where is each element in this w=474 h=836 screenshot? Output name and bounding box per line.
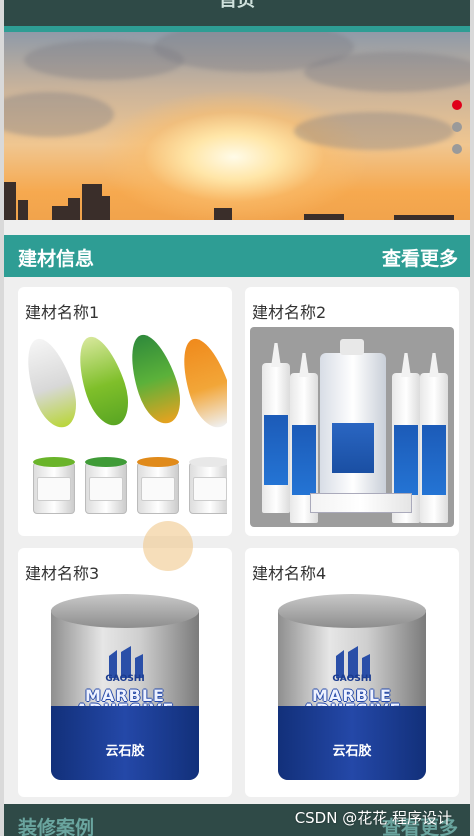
product-card[interactable]: 建材名称2 (245, 287, 459, 536)
touch-indicator (143, 521, 193, 571)
carousel-dot-1[interactable] (452, 100, 462, 110)
view-more-link[interactable]: 查看更多 (382, 244, 458, 271)
banner-carousel[interactable] (4, 32, 470, 220)
product-name: 建材名称3 (25, 564, 100, 583)
product-image (250, 327, 454, 527)
product-card[interactable]: 建材名称4 GAOSHI MARBLEADHESIVE 云石胶 (245, 548, 459, 797)
product-image (23, 327, 227, 525)
product-name: 建材名称1 (25, 303, 100, 322)
carousel-dot-2[interactable] (452, 122, 462, 132)
section-title: 建材信息 (18, 248, 95, 270)
product-image: GAOSHI MARBLEADHESIVE 云石胶 (23, 586, 227, 796)
product-name: 建材名称2 (252, 303, 327, 322)
product-image: GAOSHI MARBLEADHESIVE 云石胶 (250, 586, 454, 796)
top-navbar: 首页 (4, 0, 470, 26)
carousel-indicators (452, 100, 462, 154)
page: 首页 建材信息 查看更多 建材名称1 建材名称2 建材名称3 GAOSHI MA… (4, 0, 470, 836)
product-card[interactable]: 建材名称1 (18, 287, 232, 536)
carousel-dot-3[interactable] (452, 144, 462, 154)
section-title: 装修案例 (18, 817, 95, 836)
materials-section-header: 建材信息 查看更多 (4, 235, 470, 277)
product-name: 建材名称4 (252, 564, 327, 583)
nav-title: 首页 (219, 0, 255, 11)
watermark: CSDN @花花 程序设计 (294, 809, 452, 827)
product-card[interactable]: 建材名称3 GAOSHI MARBLEADHESIVE 云石胶 (18, 548, 232, 797)
